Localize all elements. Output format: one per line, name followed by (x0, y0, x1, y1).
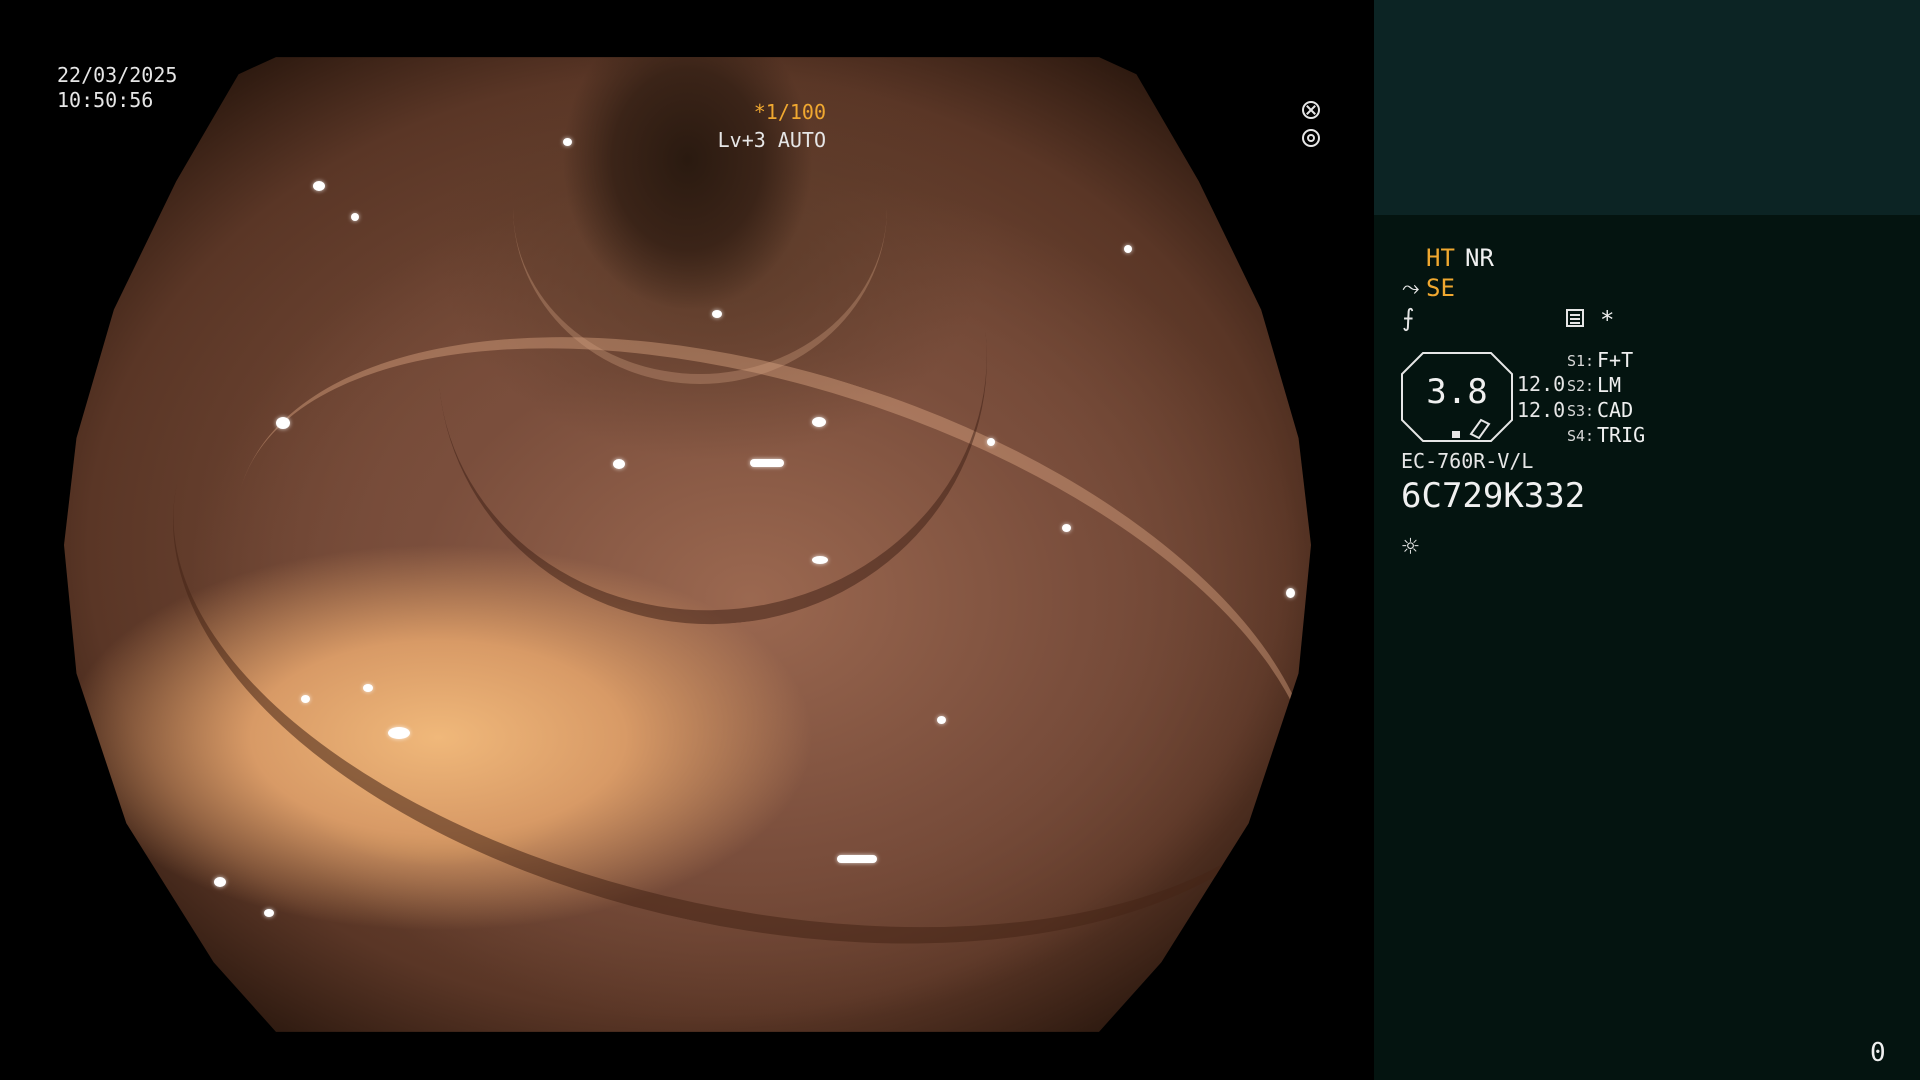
specular-highlight (749, 459, 784, 468)
se-indicator: SE (1426, 274, 1455, 302)
endoscope-view: 22/03/2025 10:50:56 *1/100 Lv+3 AUTO (0, 0, 1374, 1080)
zoom-level: 3.8 (1426, 372, 1488, 412)
switch-4-key: S4: (1567, 427, 1595, 445)
switch-3-value: CAD (1597, 398, 1634, 422)
specular-highlight (712, 309, 723, 318)
iris-icon (1302, 129, 1320, 147)
specular-highlight (812, 416, 827, 427)
cable-icon: ⤳ (1402, 276, 1420, 301)
endoscopic-image (64, 57, 1311, 1032)
specular-highlight (986, 438, 995, 446)
switch-3-key: S3: (1567, 402, 1595, 420)
specular-highlight (213, 876, 226, 887)
shutter-speed: *1/100 (753, 100, 826, 124)
mucosal-fold (512, 57, 887, 384)
setting-value-2: 12.0 (1517, 398, 1566, 422)
specular-highlight (812, 555, 829, 564)
iris-mode: Lv+3 AUTO (717, 128, 826, 152)
switch-1-key: S1: (1567, 352, 1595, 370)
switch-4-value: TRIG (1597, 423, 1646, 447)
specular-highlight (1123, 245, 1132, 254)
report-icon (1566, 309, 1584, 327)
switch-2-value: LM (1597, 373, 1622, 397)
specular-highlight (837, 855, 878, 864)
nr-indicator: NR (1465, 244, 1494, 272)
specular-highlight (1286, 587, 1296, 598)
frame-counter: 0 (1870, 1038, 1886, 1068)
star-indicator: * (1600, 306, 1615, 334)
specular-highlight (313, 181, 326, 192)
light-icon: ☼ (1402, 530, 1419, 563)
switch-1-value: F+T (1597, 348, 1634, 372)
date-label: 22/03/2025 (57, 63, 178, 87)
specular-highlight (350, 213, 359, 222)
specular-highlight (388, 726, 411, 739)
scope-serial: 6C729K332 (1401, 476, 1586, 516)
scope-model: EC-760R-V/L (1401, 449, 1534, 473)
specular-highlight (300, 694, 310, 703)
aperture-icon: ⨍ (1402, 304, 1415, 332)
setting-value-1: 12.0 (1517, 372, 1566, 396)
specular-highlight (275, 416, 290, 429)
time-label: 10:50:56 (57, 88, 154, 112)
ht-indicator: HT (1426, 244, 1455, 272)
specular-highlight (263, 908, 274, 917)
switch-2-key: S2: (1567, 377, 1595, 395)
shutter-icon (1302, 101, 1320, 119)
status-panel-header (1374, 0, 1920, 215)
specular-highlight (1061, 523, 1071, 532)
